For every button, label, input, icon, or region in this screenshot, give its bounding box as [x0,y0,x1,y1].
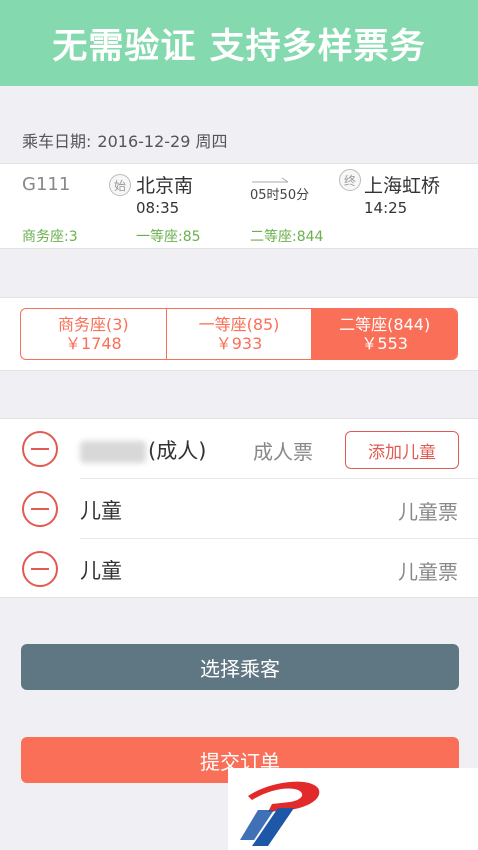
ticket-type: 儿童票 [398,500,458,524]
seat-option-second[interactable]: 二等座(844) ￥553 [312,309,457,359]
passenger-name: 儿童 [80,499,122,523]
minus-circle-icon[interactable] [22,551,58,587]
origin-badge-icon: 始 [109,174,131,196]
seat-option-business[interactable]: 商务座(3) ￥1748 [21,309,167,359]
train-info-card: G111 始 北京南 08:35 05时50分 终 上海虹桥 14:25 商务座… [0,163,478,249]
brand-logo [228,768,478,850]
travel-date: 乘车日期: 2016-12-29 周四 [0,118,478,162]
seat-class-selector: 商务座(3) ￥1748 一等座(85) ￥933 二等座(844) ￥553 [0,297,478,371]
seat-option-price: ￥1748 [64,334,122,353]
seat-option-price: ￥553 [361,334,408,353]
seat-option-first[interactable]: 一等座(85) ￥933 [167,309,313,359]
minus-circle-icon[interactable] [22,491,58,527]
date-label: 乘车日期: [22,132,92,151]
ticket-type: 成人票 [253,440,313,464]
passenger-row: 儿童 儿童票 [0,539,478,599]
trip-duration: 05时50分 [250,188,310,203]
passenger-list: (成人) 成人票 添加儿童 儿童 儿童票 儿童 儿童票 [0,418,478,598]
destination-badge-icon: 终 [339,169,361,191]
minus-circle-icon[interactable] [22,431,58,467]
seat-option-name: 一等座(85) [198,315,280,334]
seat-option-name: 二等座(844) [339,315,431,334]
availability-first: 一等座:85 [136,229,201,245]
origin-station: 北京南 [136,175,194,197]
seat-option-price: ￥933 [215,334,263,353]
availability-business: 商务座:3 [22,229,78,245]
passenger-row: 儿童 儿童票 [0,479,478,539]
seat-class-segmented-control: 商务座(3) ￥1748 一等座(85) ￥933 二等座(844) ￥553 [20,308,458,360]
passenger-name: (成人) [80,435,206,465]
departure-time: 08:35 [136,199,180,217]
brand-logo-icon [240,781,320,846]
add-child-button[interactable]: 添加儿童 [345,431,459,469]
arrival-time: 14:25 [364,199,408,217]
select-passenger-button[interactable]: 选择乘客 [21,644,459,690]
redacted-name [80,441,146,463]
train-number: G111 [22,174,71,195]
arrow-right-icon [252,177,289,183]
availability-second: 二等座:844 [250,229,324,245]
date-value: 2016-12-29 周四 [97,132,228,151]
passenger-row: (成人) 成人票 添加儿童 [0,419,478,479]
promo-banner: 无需验证 支持多样票务 [0,0,478,86]
seat-option-name: 商务座(3) [58,315,129,334]
passenger-name: 儿童 [80,559,122,583]
destination-station: 上海虹桥 [364,175,441,197]
ticket-type: 儿童票 [398,560,458,584]
banner-text: 无需验证 支持多样票务 [52,26,426,67]
